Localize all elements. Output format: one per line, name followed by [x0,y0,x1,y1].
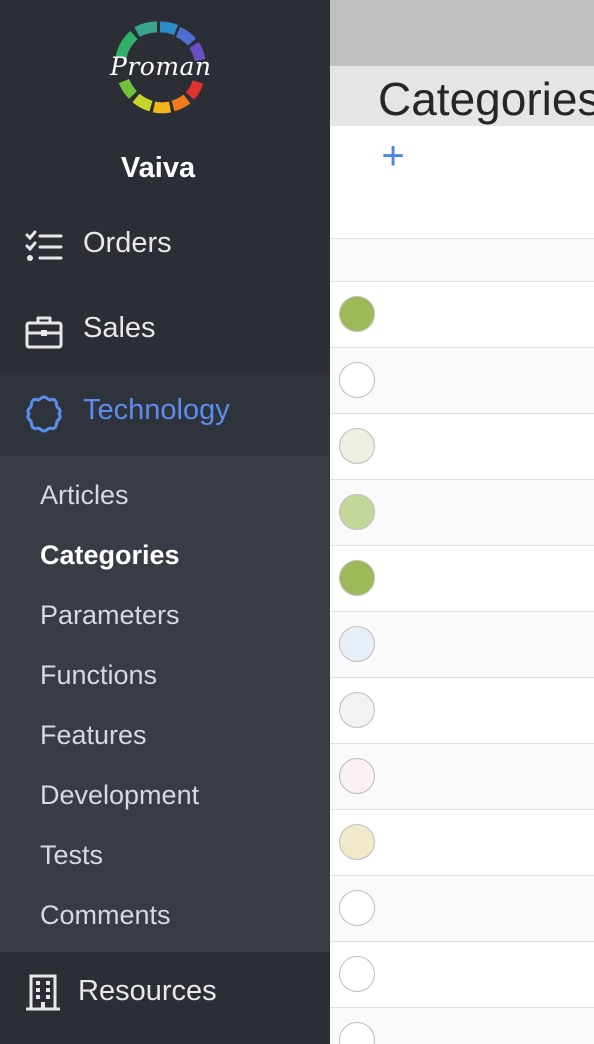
nav-technology-label: Technology [83,394,230,426]
submenu-comments[interactable]: Comments [40,900,171,931]
nav-resources-label: Resources [78,975,217,1007]
nav-resources[interactable]: Resources [0,955,330,1037]
nav-sales-label: Sales [83,312,156,344]
add-category-button[interactable]: + [378,136,408,176]
color-swatch [339,362,375,398]
table-row[interactable] [330,677,594,743]
color-swatch [339,824,375,860]
table-row[interactable] [330,281,594,347]
color-swatch [339,494,375,530]
submenu-development[interactable]: Development [40,780,199,811]
submenu-functions[interactable]: Functions [40,660,157,691]
table-row[interactable] [330,611,594,677]
title-bar: Categories [330,66,594,126]
color-swatch [339,428,375,464]
table-row[interactable] [330,479,594,545]
cog-outline-icon [26,395,62,433]
submenu-categories[interactable]: Categories [40,540,180,571]
submenu-features[interactable]: Features [40,720,147,751]
logo-text: Proman [110,52,212,81]
building-icon [26,974,60,1011]
submenu-articles[interactable]: Articles [40,480,129,511]
briefcase-icon [25,316,63,349]
table-row[interactable] [330,809,594,875]
color-swatch [339,1022,375,1044]
table-row[interactable] [330,743,594,809]
nav-sales[interactable]: Sales [0,292,330,374]
top-bar [330,0,594,66]
nav-technology[interactable]: Technology [0,374,330,456]
table-row[interactable] [330,1007,594,1044]
color-swatch [339,626,375,662]
table-row[interactable] [330,875,594,941]
color-swatch [339,692,375,728]
main-panel: Categories + [330,0,594,1044]
table-row[interactable] [330,545,594,611]
table-header-row [330,238,594,281]
sidebar: Proman Vaiva Orders Sales Technology Art… [0,0,330,1044]
color-swatch [339,956,375,992]
color-swatch [339,296,375,332]
page-title: Categories [378,73,594,125]
user-name[interactable]: Vaiva [0,152,316,185]
technology-submenu: Articles Categories Parameters Functions… [0,456,330,952]
checklist-icon [25,230,63,261]
submenu-parameters[interactable]: Parameters [40,600,180,631]
table-row[interactable] [330,413,594,479]
nav-orders-label: Orders [83,227,172,259]
nav-orders[interactable]: Orders [0,207,330,289]
color-swatch [339,890,375,926]
table-row[interactable] [330,347,594,413]
table-row[interactable] [330,941,594,1007]
proman-logo[interactable]: Proman [110,18,212,118]
color-swatch [339,560,375,596]
color-swatch [339,758,375,794]
submenu-tests[interactable]: Tests [40,840,103,871]
